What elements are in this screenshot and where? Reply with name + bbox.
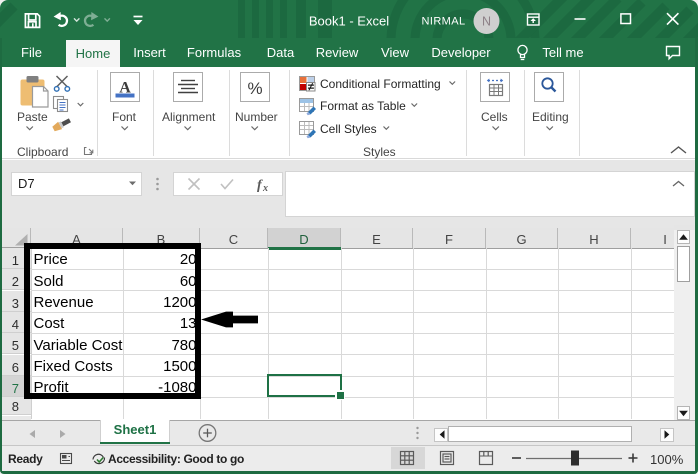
svg-text:Book1 - Excel: Book1 - Excel (309, 14, 389, 29)
svg-text:≠: ≠ (308, 82, 315, 94)
svg-text:%: % (247, 79, 262, 98)
svg-text:N: N (482, 15, 491, 29)
svg-text:x: x (262, 183, 268, 194)
svg-text:NIRMAL: NIRMAL (422, 15, 466, 27)
